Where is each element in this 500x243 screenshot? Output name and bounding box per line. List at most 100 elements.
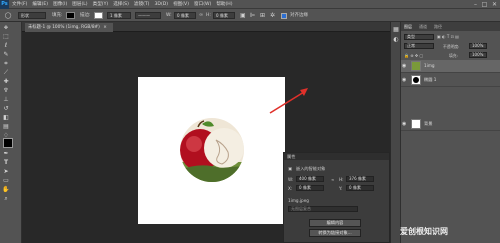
tab-paths[interactable]: 路径	[434, 23, 442, 31]
width-input[interactable]: 0 像素	[174, 12, 196, 19]
layer-thumbnail	[411, 75, 421, 85]
eye-icon[interactable]: ◉	[402, 121, 408, 127]
panel-icon-strip: ▦ ◐	[391, 22, 401, 243]
move-icon[interactable]: ✥	[2, 24, 10, 32]
menu-bar: Ps 文件(F) 编辑(E) 图像(I) 图层(L) 类型(Y) 选择(S) 滤…	[0, 0, 500, 9]
shape-mode-select[interactable]: 形状	[18, 12, 46, 19]
foreground-color-swatch[interactable]	[3, 138, 13, 148]
prop-h-input[interactable]: 376 像素	[346, 176, 374, 182]
maximize-button[interactable]: □	[480, 0, 489, 9]
menu-window[interactable]: 窗口(W)	[194, 1, 211, 7]
path-arrange-icon[interactable]: ⊞	[260, 12, 265, 19]
eyedropper-icon[interactable]: ⟋	[2, 69, 10, 77]
eye-icon[interactable]: ◉	[402, 63, 408, 69]
close-tab-icon[interactable]: ×	[103, 25, 107, 30]
eye-icon[interactable]: ◉	[402, 77, 408, 83]
height-input[interactable]: 0 像素	[213, 12, 235, 19]
layer-kind-filter[interactable]: 类型	[404, 34, 434, 40]
path-ops-icon[interactable]: ▣	[240, 12, 246, 19]
layer-name: 1img	[424, 63, 435, 68]
opacity-label: 不透明度:	[443, 44, 460, 49]
prop-y-input[interactable]: 0 像素	[346, 185, 374, 191]
ellipse-tool-preset-icon[interactable]: ◯	[3, 12, 13, 19]
prop-x-input[interactable]: 0 像素	[296, 185, 324, 191]
properties-panel: 属性 ▣ 嵌入的智能对象 W: 400 像素 ∞ H: 376 像素 X: 0 …	[283, 152, 390, 243]
link-icon[interactable]: ∞	[199, 12, 203, 19]
layer-comp-select[interactable]: 无图层复合	[288, 206, 358, 212]
gear-icon[interactable]: ✲	[270, 12, 275, 19]
prop-h-label: H:	[339, 177, 344, 182]
stroke-swatch[interactable]	[94, 12, 103, 19]
layer-row[interactable]: ◉ 1img	[401, 60, 500, 73]
menu-select[interactable]: 选择(S)	[113, 1, 129, 7]
menu-image[interactable]: 图像(I)	[53, 1, 67, 7]
height-label: H:	[206, 13, 211, 18]
tools-panel: ✥ ⬚ ℓ ✎ ⌗ ⟋ ✚ ♆ ⊥ ↺ ◧ ▤ ♢ ◔ ✒ T ➤ ▭ ✋ ⌕	[0, 22, 22, 243]
path-select-icon[interactable]: ➤	[2, 168, 10, 176]
align-edges-label: 对齐边缘	[290, 13, 308, 18]
prop-y-label: Y:	[339, 186, 343, 191]
eraser-icon[interactable]: ◧	[2, 114, 10, 122]
brush-icon[interactable]: ♆	[2, 87, 10, 95]
width-label: W:	[166, 13, 172, 18]
hand-icon[interactable]: ✋	[2, 186, 10, 194]
gradient-icon[interactable]: ▤	[2, 123, 10, 131]
menu-filter[interactable]: 滤镜(T)	[134, 1, 150, 7]
apple-photo-in-circle[interactable]	[180, 118, 244, 182]
history-panel-icon[interactable]: ▦	[392, 26, 400, 34]
stamp-icon[interactable]: ⊥	[2, 96, 10, 104]
layers-dock: ▦ ◐ 图层 通道 路径 类型 ▣ ◐ T ⊡ ▤ 正常 不透明度: 100% …	[390, 22, 500, 243]
properties-title: 属性	[284, 153, 389, 160]
lock-icons[interactable]: 🔒 ⊕ ✥ ▢	[404, 53, 423, 58]
adjustments-panel-icon[interactable]: ◐	[392, 36, 400, 44]
opacity-input[interactable]: 100%	[469, 43, 487, 49]
lasso-icon[interactable]: ℓ	[2, 42, 10, 50]
tab-layers[interactable]: 图层	[404, 23, 412, 31]
document-tab[interactable]: 未标题-1 @ 100% (1img, RGB/8#) ×	[25, 23, 113, 32]
tab-channels[interactable]: 通道	[419, 23, 427, 31]
zoom-icon[interactable]: ⌕	[2, 195, 10, 203]
layer-row[interactable]: ◉ 椭圆 1	[401, 74, 500, 87]
prop-link-icon[interactable]: ∞	[331, 177, 335, 182]
convert-to-linked-button[interactable]: 转换为链接对象...	[309, 229, 361, 237]
prop-w-label: W:	[288, 177, 294, 182]
align-edges-checkbox[interactable]	[281, 12, 287, 19]
close-button[interactable]: ✕	[490, 0, 499, 9]
fill-label: 填充:	[449, 53, 458, 58]
marquee-icon[interactable]: ⬚	[2, 33, 10, 41]
menu-layer[interactable]: 图层(L)	[72, 1, 87, 7]
history-brush-icon[interactable]: ↺	[2, 105, 10, 113]
stroke-style-select[interactable]: ———	[135, 12, 161, 19]
menu-type[interactable]: 类型(Y)	[93, 1, 109, 7]
path-align-icon[interactable]: ⊫	[250, 12, 255, 19]
layer-name: 背景	[424, 121, 433, 126]
document-tab-title: 未标题-1 @ 100% (1img, RGB/8#)	[28, 25, 100, 30]
watermark-text: 爱创根知识网	[400, 227, 448, 236]
menu-view[interactable]: 视图(V)	[173, 1, 189, 7]
type-icon[interactable]: T	[2, 159, 10, 167]
menu-3d[interactable]: 3D(D)	[154, 2, 168, 7]
menu-help[interactable]: 帮助(H)	[216, 1, 232, 7]
layer-thumbnail	[411, 61, 421, 71]
quick-select-icon[interactable]: ✎	[2, 51, 10, 59]
edit-contents-button[interactable]: 编辑内容	[309, 219, 361, 227]
prop-w-input[interactable]: 400 像素	[296, 176, 324, 182]
pen-icon[interactable]: ✒	[2, 150, 10, 158]
healing-icon[interactable]: ✚	[2, 78, 10, 86]
minimize-button[interactable]: –	[471, 0, 480, 9]
fill-input[interactable]: 100%	[469, 52, 487, 58]
stroke-width-input[interactable]: 1 像素	[107, 12, 131, 19]
filter-icons[interactable]: ▣ ◐ T ⊡ ▤	[437, 34, 459, 39]
rectangle-icon[interactable]: ▭	[2, 177, 10, 185]
stroke-label: 描边:	[80, 13, 91, 18]
smart-object-icon: ▣	[288, 166, 292, 171]
layer-row[interactable]: ◉ 背景	[401, 118, 500, 131]
layer-thumbnail	[411, 119, 421, 129]
crop-icon[interactable]: ⌗	[2, 60, 10, 68]
fill-swatch[interactable]	[66, 12, 75, 19]
menu-edit[interactable]: 编辑(E)	[32, 1, 48, 7]
document-tabbar: 未标题-1 @ 100% (1img, RGB/8#) ×	[22, 22, 390, 32]
menu-file[interactable]: 文件(F)	[12, 1, 27, 7]
options-bar: ◯ 形状 填充: 描边: 1 像素 ——— W: 0 像素 ∞ H: 0 像素 …	[0, 9, 500, 22]
blend-mode-select[interactable]: 正常	[404, 43, 434, 49]
